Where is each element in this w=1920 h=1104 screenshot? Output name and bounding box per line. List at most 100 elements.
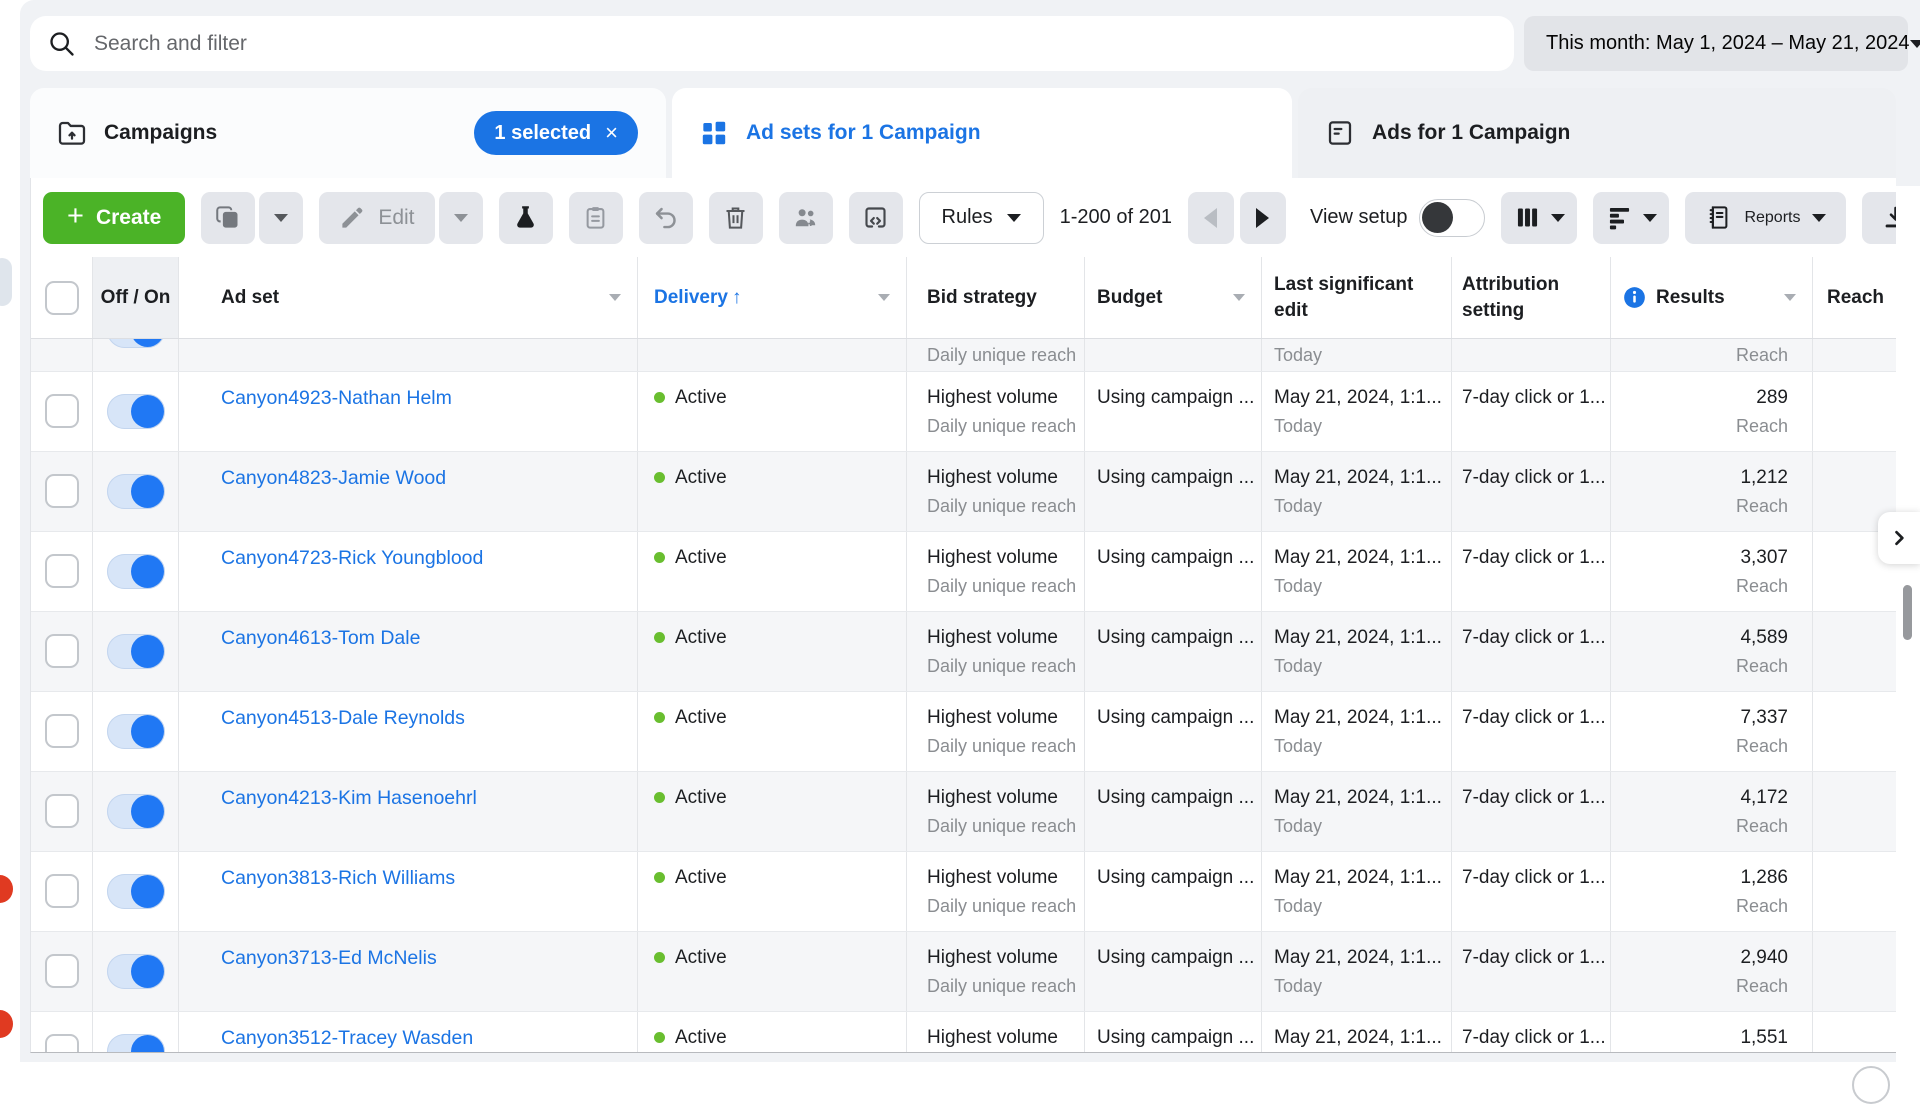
arrow-left-icon [1204,208,1217,228]
date-range-selector[interactable]: This month: May 1, 2024 – May 21, 2024 [1524,16,1908,71]
ad-set-toggle[interactable] [107,874,165,909]
sync-button[interactable] [849,192,903,244]
table-row: Canyon4823-Jamie Wood Active Highest vol… [31,452,1896,532]
edit-dropdown-button[interactable] [439,192,483,244]
table-row: Canyon4723-Rick Youngblood Active Highes… [31,532,1896,612]
row-checkbox[interactable] [45,394,79,428]
tab-ads[interactable]: Ads for 1 Campaign [1298,88,1896,178]
tab-campaigns[interactable]: Campaigns 1 selected × [30,88,666,178]
trash-icon [722,204,749,231]
columns-button[interactable] [1501,192,1577,244]
ad-set-link[interactable]: Canyon4923-Nathan Helm [221,387,452,409]
view-setup-label: View setup [1310,206,1407,229]
close-icon[interactable]: × [605,120,618,146]
column-header-reach[interactable]: Reach [1813,257,1896,338]
help-button[interactable] [1852,1066,1890,1104]
edit-button[interactable]: Edit [319,192,434,244]
notification-dot [0,875,13,903]
row-checkbox[interactable] [45,634,79,668]
sort-caret-icon[interactable] [609,294,621,301]
column-header-bid-strategy[interactable]: Bid strategy [907,257,1085,338]
table-header: Off / On Ad set Delivery↑ Bid strategy B… [31,257,1896,339]
row-checkbox[interactable] [45,474,79,508]
ad-set-link[interactable]: Canyon3512-Tracey Wasden [221,1027,473,1049]
ad-set-link[interactable]: Canyon4613-Tom Dale [221,627,420,649]
sort-caret-icon[interactable] [878,294,890,301]
create-button[interactable]: + Create [43,192,185,244]
chevron-down-icon [1643,214,1657,222]
ab-test-button[interactable] [499,192,553,244]
row-checkbox[interactable] [45,1034,79,1053]
breakdown-icon [1606,204,1633,231]
ad-sets-grid-icon [698,117,730,149]
ad-set-link[interactable]: Canyon4723-Rick Youngblood [221,547,483,569]
ad-set-toggle[interactable] [107,554,165,589]
audience-button[interactable] [779,192,833,244]
row-checkbox[interactable] [45,954,79,988]
ad-set-toggle[interactable] [107,794,165,829]
search-input[interactable] [92,31,1496,57]
duplicate-icon [215,204,242,231]
ad-set-toggle[interactable] [107,1034,165,1053]
column-header-off-on: Off / On [93,257,179,338]
reports-button[interactable]: Reports [1685,192,1846,244]
delete-button[interactable] [709,192,763,244]
content-sheet: + Create Edit [30,178,1896,1053]
export-button[interactable]: Export [1862,192,1896,244]
ad-set-link[interactable]: Canyon4823-Jamie Wood [221,467,446,489]
sort-caret-icon[interactable] [1784,294,1796,301]
row-checkbox[interactable] [45,554,79,588]
ad-set-toggle[interactable] [107,634,165,669]
previous-page-button[interactable] [1188,192,1234,244]
clipboard-button[interactable] [569,192,623,244]
column-header-ad-set[interactable]: Ad set [179,257,638,338]
ad-set-toggle[interactable] [107,339,165,348]
ad-set-link[interactable]: Canyon3813-Rich Williams [221,867,455,889]
active-status-dot [654,952,665,963]
chevron-down-icon [1551,214,1565,222]
active-status-dot [654,1032,665,1043]
tab-ad-sets[interactable]: Ad sets for 1 Campaign [672,88,1292,178]
active-status-dot [654,472,665,483]
duplicate-dropdown-button[interactable] [259,192,303,244]
ads-page-icon [1324,117,1356,149]
row-checkbox[interactable] [45,794,79,828]
ad-set-toggle[interactable] [107,954,165,989]
column-header-last-edit[interactable]: Last significant edit [1262,257,1452,338]
search-bar[interactable] [30,16,1514,71]
selected-count-badge[interactable]: 1 selected × [474,111,638,155]
plus-icon: + [67,202,84,231]
next-page-button[interactable] [1240,192,1286,244]
flask-icon [512,204,539,231]
search-icon [48,30,76,58]
table-row: Canyon3713-Ed McNelis Active Highest vol… [31,932,1896,1012]
select-all-cell [31,257,93,338]
ad-set-link[interactable]: Canyon3713-Ed McNelis [221,947,437,969]
rules-button[interactable]: Rules [919,192,1044,244]
select-all-checkbox[interactable] [45,281,79,315]
expand-columns-button[interactable] [1878,512,1920,564]
tab-ads-label: Ads for 1 Campaign [1372,121,1570,145]
sort-caret-icon[interactable] [1233,294,1245,301]
chevron-down-icon [274,214,288,222]
column-header-budget[interactable]: Budget [1085,257,1262,338]
columns-icon [1514,204,1541,231]
undo-button[interactable] [639,192,693,244]
ad-set-toggle[interactable] [107,394,165,429]
breakdown-button[interactable] [1593,192,1669,244]
chevron-down-icon [1910,40,1920,48]
ad-set-link[interactable]: Canyon4213-Kim Hasenoehrl [221,787,477,809]
ad-set-toggle[interactable] [107,474,165,509]
row-checkbox[interactable] [45,874,79,908]
row-checkbox[interactable] [45,714,79,748]
column-header-delivery[interactable]: Delivery↑ [638,257,907,338]
info-icon[interactable] [1623,286,1646,309]
column-header-attribution[interactable]: Attribution setting [1452,257,1611,338]
column-header-results[interactable]: Results [1611,257,1813,338]
duplicate-button[interactable] [201,192,255,244]
ad-set-toggle[interactable] [107,714,165,749]
ad-set-link[interactable]: Canyon4513-Dale Reynolds [221,707,465,729]
vertical-scrollbar-thumb[interactable] [1903,585,1912,640]
view-setup-toggle[interactable] [1419,199,1485,237]
table-row-partial: Daily unique reach Today Reach [31,339,1896,372]
